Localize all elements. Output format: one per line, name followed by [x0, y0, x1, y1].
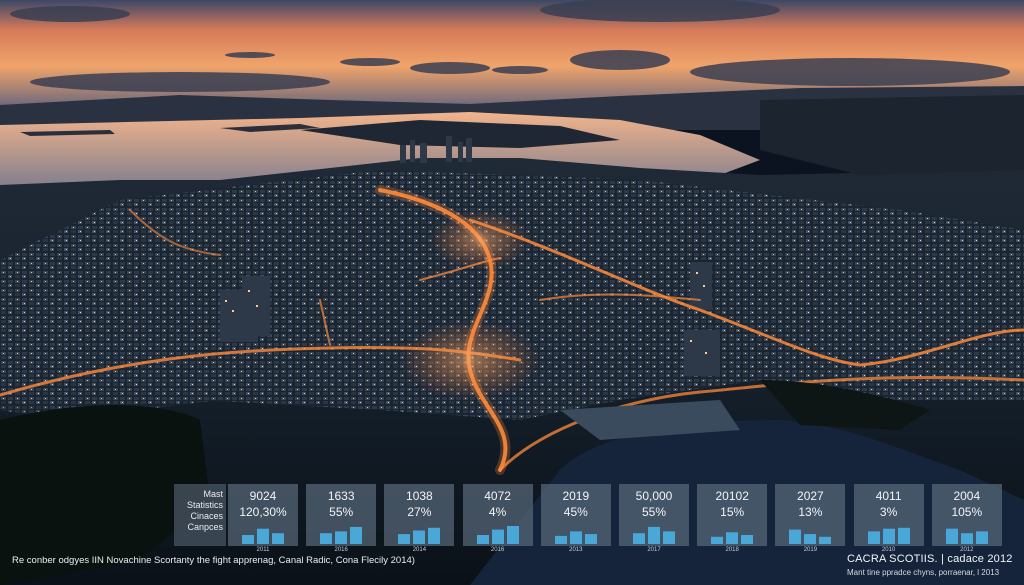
mini-bar — [741, 535, 754, 544]
mini-bar-chart — [320, 526, 363, 544]
stat-change: 13% — [798, 505, 823, 519]
stat-card: 9024 120,30% — [228, 484, 298, 546]
stat-change: 55% — [329, 505, 354, 519]
mini-bar — [476, 535, 489, 544]
mini-bar — [257, 528, 269, 544]
stat-value: 9024 — [249, 489, 277, 503]
mini-bar — [819, 536, 832, 544]
stat-card: 4072 4% — [462, 484, 533, 546]
row-label: Mast — [203, 489, 223, 499]
mini-bar — [320, 533, 333, 544]
stat-card: 2004 105% — [931, 484, 1002, 546]
mini-bar — [569, 531, 582, 544]
mini-bar — [506, 526, 519, 544]
mini-bar — [428, 527, 441, 544]
row-label: Canpces — [187, 522, 223, 532]
mini-bar — [413, 530, 426, 544]
mini-bar — [882, 528, 895, 544]
photo-caption: Re conber odgyes IIN Novachine Scortanty… — [12, 555, 415, 566]
mini-bar — [398, 534, 411, 544]
stat-year: 2018 — [725, 547, 739, 553]
stat-value: 4072 — [484, 489, 511, 503]
row-label: Cinaces — [190, 511, 223, 521]
mini-bar-chart — [945, 528, 988, 544]
stat-card: 50,000 55% — [619, 484, 689, 546]
mini-bar — [945, 528, 958, 544]
mini-bar — [726, 532, 739, 544]
stat-change: 55% — [641, 505, 667, 519]
row-label: Statistics — [186, 500, 223, 510]
stat-value: 2004 — [953, 489, 981, 503]
stat-value: 4011 — [875, 489, 902, 503]
mini-bar-chart — [633, 526, 675, 544]
mini-bar-chart — [789, 529, 832, 544]
mini-bar — [584, 534, 597, 544]
stat-change: 105% — [951, 505, 983, 519]
stat-year: 2011 — [256, 547, 270, 553]
stat-card: 2019 45% — [540, 484, 611, 546]
stats-row-labels: Mast Statistics Cinaces Canpces — [174, 484, 226, 546]
mini-bar — [272, 533, 284, 544]
stat-value: 2027 — [797, 489, 824, 503]
mini-bar-chart — [554, 531, 597, 544]
stat-value: 50,000 — [635, 489, 673, 503]
mini-bar — [663, 531, 675, 544]
mini-bar — [960, 533, 973, 544]
stat-card: 1038 27% — [384, 484, 455, 546]
stat-change: 27% — [407, 505, 432, 519]
brand-title: CACRA SCOTIIS. | cadace 2012 — [847, 553, 1013, 565]
stat-value: 2019 — [562, 489, 590, 503]
mini-bar — [867, 531, 880, 544]
mini-bar — [633, 533, 645, 544]
mini-bar — [350, 526, 363, 544]
mini-bar — [554, 535, 567, 544]
stat-change: 120,30% — [239, 505, 287, 519]
mini-bar-chart — [476, 526, 519, 544]
stat-card: 2027 13% — [775, 484, 846, 546]
stat-card: 1633 55% — [306, 484, 377, 546]
stat-change: 3% — [879, 505, 898, 519]
stat-year: 2014 — [412, 547, 427, 553]
stat-year: 2017 — [647, 547, 661, 553]
stat-value: 1633 — [327, 489, 355, 503]
mini-bar — [711, 536, 724, 544]
stat-change: 15% — [720, 505, 745, 519]
stat-year: 2016 — [334, 547, 348, 553]
stat-value: 20102 — [715, 489, 749, 503]
brand-subtitle: Mant tine ppradce chyns, porraenar, l 20… — [847, 568, 1000, 577]
stat-change: 4% — [488, 505, 507, 519]
mini-bar-chart — [398, 527, 441, 544]
mini-bar — [975, 531, 988, 544]
mini-bar-chart — [711, 532, 754, 544]
stat-year: 2016 — [490, 547, 505, 553]
statistics-panel: Mast Statistics Cinaces Canpces 9024 120,… — [174, 484, 1006, 546]
mini-bar — [804, 534, 817, 544]
stat-card: 20102 15% — [697, 484, 768, 546]
mini-bar — [242, 535, 254, 544]
stat-value: 1038 — [406, 489, 433, 503]
mini-bar — [491, 529, 504, 544]
mini-bar-chart — [867, 527, 910, 544]
mini-bar — [897, 527, 910, 544]
mini-bar — [335, 531, 348, 544]
stat-year: 2019 — [803, 547, 818, 553]
stat-change: 45% — [563, 505, 588, 519]
mini-bar — [648, 526, 660, 544]
stat-card: 4011 3% — [853, 484, 924, 546]
mini-bar — [789, 529, 802, 544]
stat-year: 2013 — [569, 547, 583, 553]
mini-bar-chart — [242, 528, 284, 544]
